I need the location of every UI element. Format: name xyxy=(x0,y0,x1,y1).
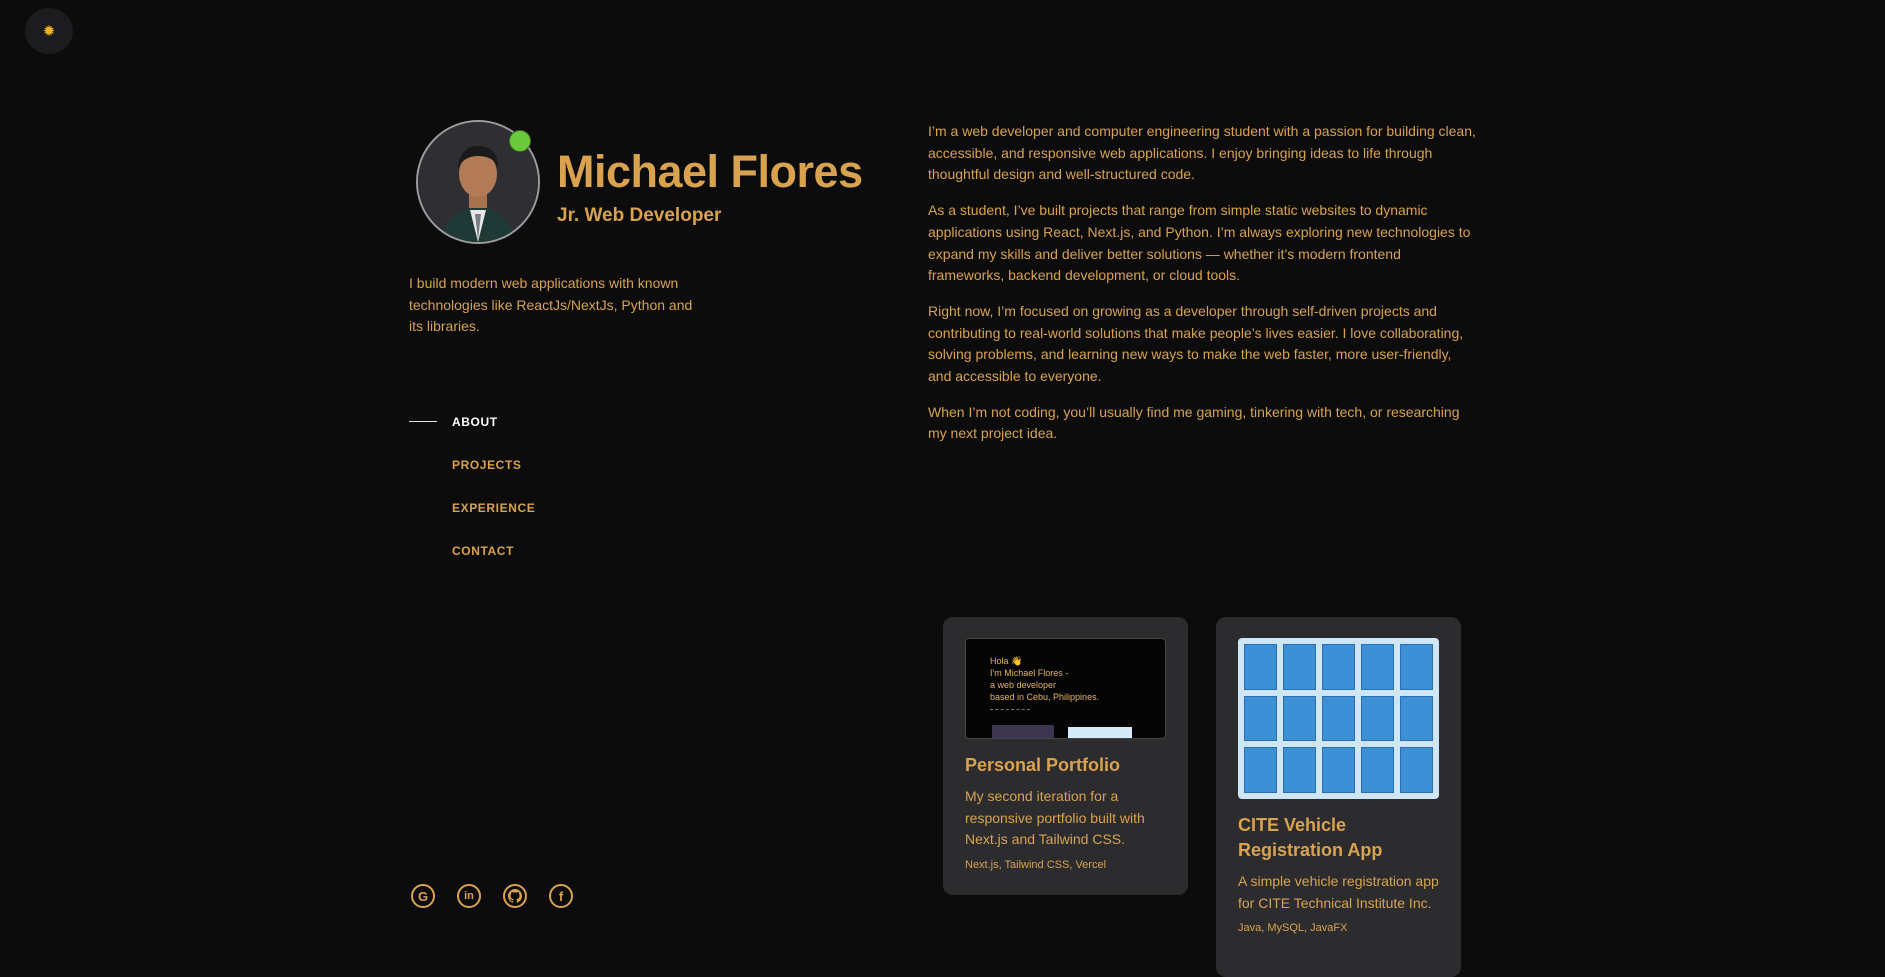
thumbnail-screen xyxy=(1244,747,1277,793)
project-title[interactable]: CITE Vehicle Registration App xyxy=(1238,813,1439,863)
about-section: I’m a web developer and computer enginee… xyxy=(928,121,1478,459)
project-description: My second iteration for a responsive por… xyxy=(965,788,1145,847)
thumbnail-image-block xyxy=(992,725,1054,738)
thumbnail-screen xyxy=(1400,644,1433,690)
thumbnail-screen xyxy=(1322,695,1355,742)
project-description: A simple vehicle registration app for CI… xyxy=(1238,873,1439,911)
project-card-personal-portfolio[interactable]: Hola 👋 I'm Michael Flores - a web develo… xyxy=(943,617,1188,895)
nav-line-spacer xyxy=(409,507,437,508)
thumbnail-screen xyxy=(1361,747,1394,793)
thumbnail-screen xyxy=(1322,747,1355,793)
project-thumbnail xyxy=(1238,638,1439,799)
thumbnail-image-block xyxy=(1068,727,1132,738)
google-icon[interactable]: G xyxy=(411,884,435,908)
thumbnail-screen xyxy=(1244,644,1277,690)
project-card-cite-vehicle-registration[interactable]: CITE Vehicle Registration App A simple v… xyxy=(1216,617,1461,977)
project-title[interactable]: Personal Portfolio xyxy=(965,753,1166,778)
github-icon-glyph xyxy=(508,889,522,903)
profile-role: Jr. Web Developer xyxy=(557,205,722,226)
nav-line-spacer xyxy=(409,464,437,465)
nav-label: CONTACT xyxy=(452,543,514,558)
thumbnail-screen xyxy=(1283,644,1316,690)
project-thumbnail: Hola 👋 I'm Michael Flores - a web develo… xyxy=(965,638,1166,739)
nav-label: PROJECTS xyxy=(452,457,522,472)
thumbnail-screen xyxy=(1244,695,1277,742)
section-nav: ABOUT PROJECTS EXPERIENCE CONTACT xyxy=(409,400,535,572)
project-tech-tags: Java, MySQL, JavaFX xyxy=(1238,922,1348,934)
about-paragraph: Right now, I’m focused on growing as a d… xyxy=(928,302,1464,385)
about-paragraph: I’m a web developer and computer enginee… xyxy=(928,123,1476,183)
about-paragraph: When I’m not coding, you’ll usually find… xyxy=(928,403,1460,442)
thumbnail-screens-grid xyxy=(1238,638,1439,799)
sun-icon: ✹ xyxy=(42,23,56,40)
nav-label: EXPERIENCE xyxy=(452,500,536,515)
thumbnail-line: based in Cebu, Philippines. xyxy=(990,692,1100,702)
thumbnail-screen xyxy=(1400,695,1433,742)
thumbnail-divider xyxy=(990,709,1030,712)
profile-tagline: I build modern web applications with kno… xyxy=(409,275,693,334)
nav-item-projects[interactable]: PROJECTS xyxy=(409,443,535,486)
thumbnail-line: Hola 👋 xyxy=(990,656,1023,666)
linkedin-icon[interactable]: in xyxy=(457,884,481,908)
thumbnail-screen xyxy=(1361,695,1394,742)
about-paragraph: As a student, I’ve built projects that r… xyxy=(928,202,1471,284)
facebook-icon[interactable]: f xyxy=(549,884,573,908)
thumbnail-screen xyxy=(1322,644,1355,690)
thumbnail-text: Hola 👋 I'm Michael Flores - a web develo… xyxy=(990,655,1099,703)
active-indicator-line xyxy=(409,421,437,422)
online-status-indicator xyxy=(509,130,531,152)
thumbnail-screen xyxy=(1283,747,1316,793)
project-tech-tags: Next.js, Tailwind CSS, Vercel xyxy=(965,858,1107,871)
avatar-container xyxy=(416,120,540,244)
thumbnail-screen xyxy=(1283,695,1316,742)
profile-name: Michael Flores xyxy=(557,146,863,197)
nav-line-spacer xyxy=(409,550,437,551)
nav-item-about[interactable]: ABOUT xyxy=(409,400,535,443)
github-icon[interactable] xyxy=(503,884,527,908)
thumbnail-line: I'm Michael Flores - xyxy=(990,668,1069,678)
social-links: G in f xyxy=(411,884,573,908)
nav-item-contact[interactable]: CONTACT xyxy=(409,529,535,572)
nav-label: ABOUT xyxy=(452,414,498,429)
thumbnail-screen xyxy=(1361,644,1394,690)
thumbnail-line: a web developer xyxy=(990,680,1057,690)
theme-toggle-button[interactable]: ✹ xyxy=(25,8,73,54)
nav-item-experience[interactable]: EXPERIENCE xyxy=(409,486,535,529)
thumbnail-screen xyxy=(1400,747,1433,793)
